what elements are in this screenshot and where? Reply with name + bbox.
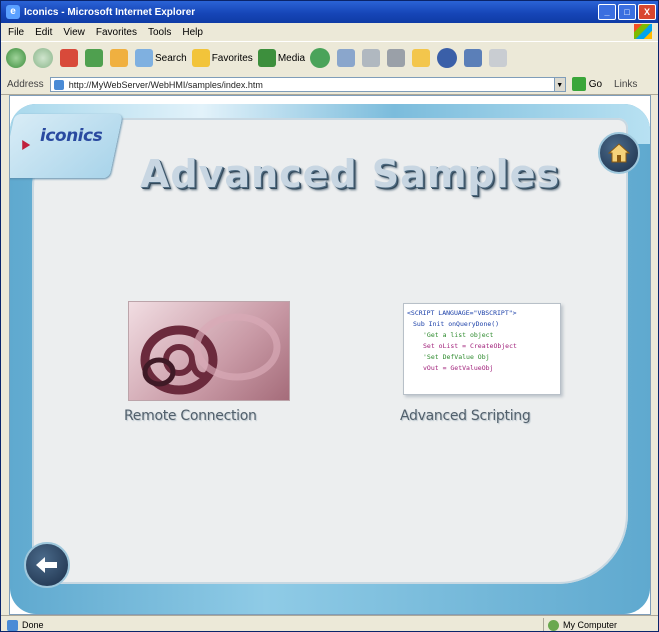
messenger-button[interactable]: [437, 48, 459, 68]
stop-button[interactable]: [60, 49, 80, 67]
mail-icon: [337, 49, 356, 67]
back-arrow-icon: [6, 48, 26, 68]
logo-triangle-icon: [22, 140, 31, 150]
code-line: Set oList = CreateObject: [423, 342, 517, 350]
ie-logo-icon: e: [6, 5, 20, 19]
minimize-button[interactable]: _: [598, 4, 616, 20]
home-nav-button[interactable]: [110, 49, 130, 67]
address-input[interactable]: http://MyWebServer/WebHMI/samples/index.…: [49, 76, 555, 92]
page-status-icon: [7, 619, 18, 631]
address-bar: Address http://MyWebServer/WebHMI/sample…: [1, 74, 658, 95]
back-page-button[interactable]: [24, 542, 70, 588]
title-bar[interactable]: e Iconics - Microsoft Internet Explorer …: [1, 1, 658, 23]
zone-label: My Computer: [563, 620, 618, 630]
links-button[interactable]: Links: [614, 79, 637, 90]
windows-logo-icon: [634, 24, 652, 39]
refresh-icon: [85, 49, 103, 67]
history-button[interactable]: [310, 48, 332, 68]
menu-file[interactable]: File: [8, 27, 24, 38]
research-button[interactable]: [464, 49, 484, 67]
refresh-button[interactable]: [85, 49, 105, 67]
maximize-button[interactable]: □: [618, 4, 636, 20]
close-button[interactable]: X: [638, 4, 656, 20]
remote-connection-image: [140, 313, 281, 395]
code-line: <SCRIPT LANGUAGE="VBSCRIPT">: [407, 309, 517, 317]
forward-arrow-icon: [33, 48, 53, 68]
browser-window: e Iconics - Microsoft Internet Explorer …: [0, 0, 659, 632]
iconics-logo[interactable]: [10, 114, 123, 178]
star-icon: [191, 49, 210, 67]
discuss-button[interactable]: [489, 49, 509, 67]
code-line: 'Set DefValue Obj: [423, 353, 490, 361]
page-content: iconics Advanced Samples Remote Connecti…: [9, 95, 651, 615]
address-dropdown-button[interactable]: ▼: [553, 76, 566, 92]
folder-button[interactable]: [412, 49, 432, 67]
edit-icon: [387, 49, 406, 67]
folder-icon: [412, 49, 431, 67]
security-zone: My Computer: [543, 618, 658, 631]
menu-bar: File Edit View Favorites Tools Help: [1, 23, 658, 41]
edit-button[interactable]: [387, 49, 407, 67]
code-line: vOut = GetValueObj: [423, 364, 494, 372]
menu-help[interactable]: Help: [182, 27, 203, 38]
menu-tools[interactable]: Tools: [148, 27, 171, 38]
toolbar: Search Favorites Media: [1, 41, 658, 75]
window-title: Iconics - Microsoft Internet Explorer: [24, 6, 196, 18]
media-label: Media: [277, 52, 306, 64]
menu-favorites[interactable]: Favorites: [96, 27, 137, 38]
menu-view[interactable]: View: [63, 27, 85, 38]
remote-connection-label: Remote Connection: [124, 408, 257, 424]
print-icon: [362, 49, 381, 67]
go-button[interactable]: Go: [589, 79, 602, 90]
forward-nav-button[interactable]: [33, 48, 55, 68]
status-text: Done: [22, 620, 44, 630]
history-icon: [310, 48, 331, 68]
discuss-icon: [489, 49, 508, 67]
mail-button[interactable]: [337, 49, 357, 67]
search-label: Search: [155, 52, 187, 64]
page-title: Advanced Samples: [140, 152, 561, 196]
computer-zone-icon: [548, 619, 559, 631]
back-nav-button[interactable]: [6, 48, 28, 68]
at-sign-icon: [128, 301, 290, 401]
advanced-scripting-label: Advanced Scripting: [400, 408, 531, 424]
media-button[interactable]: Media: [257, 49, 306, 67]
search-icon: [135, 49, 153, 67]
script-code-icon: <SCRIPT LANGUAGE="VBSCRIPT"> Sub Init on…: [403, 303, 561, 395]
research-icon: [464, 49, 483, 67]
print-button[interactable]: [362, 49, 382, 67]
code-line: Sub Init onQueryDone(): [413, 320, 500, 328]
messenger-icon: [437, 48, 458, 68]
stop-icon: [60, 49, 78, 67]
address-label: Address: [7, 78, 44, 90]
favorites-label: Favorites: [211, 52, 253, 64]
go-arrow-icon[interactable]: [571, 77, 586, 91]
home-page-button[interactable]: [598, 132, 640, 174]
logo-text: iconics: [40, 126, 103, 146]
media-icon: [257, 49, 276, 67]
house-icon: [608, 143, 630, 163]
status-bar: Done My Computer: [1, 615, 658, 631]
search-button[interactable]: Search: [135, 49, 187, 67]
code-line: 'Get a list object: [423, 331, 494, 339]
left-arrow-icon: [36, 557, 57, 573]
menu-edit[interactable]: Edit: [35, 27, 52, 38]
favorites-button[interactable]: Favorites: [191, 49, 253, 67]
home-icon: [110, 49, 128, 67]
